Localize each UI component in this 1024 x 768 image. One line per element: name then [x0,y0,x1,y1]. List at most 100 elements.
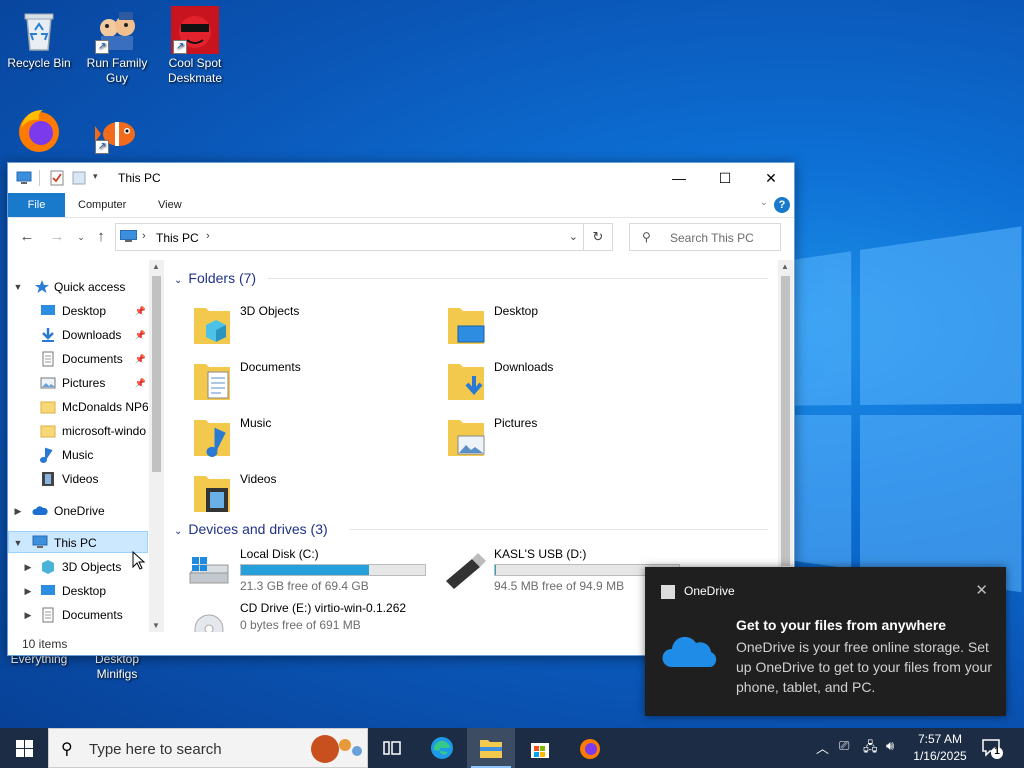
up-button[interactable]: ↑ [92,228,110,246]
tab-file[interactable]: File [8,193,65,217]
expand-chevron-icon[interactable]: ▶ [22,556,34,578]
collapse-chevron-icon[interactable]: ▼ [12,532,24,552]
taskbar-store-button[interactable] [516,728,564,768]
expand-chevron-icon[interactable]: ▶ [12,500,24,522]
search-placeholder: Search This PC [670,231,754,245]
desktop-icon-cool-spot[interactable]: ↗ Cool Spot Deskmate [156,6,234,86]
folder-item-videos[interactable]: Videos [168,468,418,520]
nav-item-microsoft-windo[interactable]: microsoft-windo [8,420,148,442]
desktop-icon-label: Desktop Minifigs [94,652,140,681]
drive-item-local-disk-c[interactable]: Local Disk (C:) 21.3 GB free of 69.4 GB [168,547,426,597]
collapse-chevron-icon[interactable]: ⌄ [174,526,182,537]
folders-group-header[interactable]: ⌄ Folders (7) [174,268,256,288]
address-dropdown-chevron-icon[interactable]: ⌄ [569,230,578,243]
drive-item-cd-e[interactable]: CD Drive (E:) virtio-win-0.1.262 0 bytes… [168,601,418,632]
nav-onedrive[interactable]: ▶ OneDrive [8,500,148,522]
tab-view[interactable]: View [148,193,192,217]
tab-computer[interactable]: Computer [68,193,136,217]
group-divider [350,529,768,530]
back-button[interactable]: ← [18,228,36,246]
expand-chevron-icon[interactable]: ▶ [22,580,34,602]
nav-item-videos[interactable]: Videos [8,468,148,490]
nav-pane-scrollbar-thumb[interactable] [152,276,161,472]
show-hidden-icons-chevron-icon[interactable]: ︿ [816,738,829,757]
nav-label: OneDrive [54,504,105,518]
desktop-icon-recycle-bin[interactable]: Recycle Bin [0,6,78,71]
nav-pane-scrollbar[interactable]: ▲ ▼ [149,260,164,632]
nav-item-music[interactable]: Music [8,444,148,466]
maximize-button[interactable]: ☐ [702,163,748,193]
meet-now-icon[interactable]: ⎚ [839,738,849,754]
onedrive-notification-toast[interactable]: OneDrive ✕ Get to your files from anywhe… [645,567,1006,716]
taskbar-edge-button[interactable] [418,728,466,768]
forward-button[interactable]: → [48,228,66,246]
start-button[interactable] [0,728,48,768]
nav-this-pc-child-documents[interactable]: ▶ Documents [8,604,148,626]
expand-ribbon-chevron-icon[interactable]: ⌄ [760,197,768,208]
folder-name: 3D Objects [240,304,300,318]
pin-icon: 📌 [134,306,146,316]
collapse-chevron-icon[interactable]: ▼ [12,276,24,298]
nav-this-pc-child-3d-objects[interactable]: ▶ 3D Objects [8,556,148,578]
nav-item-downloads[interactable]: Downloads 📌 [8,324,148,346]
nav-item-pictures[interactable]: Pictures 📌 [8,372,148,394]
new-folder-icon[interactable] [71,170,87,186]
folder-item-music[interactable]: Music [168,412,418,464]
content-scrollbar-thumb[interactable] [781,276,790,566]
toast-close-icon[interactable]: ✕ [975,581,988,599]
search-box[interactable]: ⚲ Search This PC [629,223,781,251]
nav-label: 3D Objects [62,560,122,574]
nav-this-pc-child-desktop[interactable]: ▶ Desktop [8,580,148,602]
help-icon[interactable]: ? [774,197,790,213]
this-pc-icon [32,535,48,548]
title-bar[interactable]: ▾ This PC — ☐ ✕ [8,163,794,193]
taskbar-clock[interactable]: 7:57 AM 1/16/2025 [905,731,975,765]
download-arrow-icon [42,328,54,342]
breadcrumb[interactable]: This PC [156,231,199,245]
ribbon-tabs: File Computer View ⌄ ? [8,193,794,218]
folder-item-desktop[interactable]: Desktop [422,300,672,352]
drive-item-usb-d[interactable]: KASL'S USB (D:) 94.5 MB free of 94.9 MB [422,547,680,597]
desktop-icon-nemo[interactable]: ↗ [78,106,156,156]
taskbar-firefox-button[interactable] [566,728,614,768]
nav-item-desktop[interactable]: Desktop 📌 [8,300,148,322]
nav-quick-access[interactable]: ▼ Quick access [8,276,148,298]
nav-label: Desktop [62,304,107,318]
taskbar-file-explorer-button[interactable] [467,728,515,768]
minimize-button[interactable]: — [656,163,702,193]
cool-spot-icon: ↗ [171,6,219,54]
videos-folder-icon [194,476,230,512]
network-icon[interactable]: 🖧 [863,738,878,760]
expand-chevron-icon[interactable]: ▶ [22,604,34,626]
desktop-icon-desktop-minifigs[interactable]: Desktop Minifigs [78,652,156,682]
folder-item-documents[interactable]: Documents [168,356,418,408]
drives-group-header[interactable]: ⌄ Devices and drives (3) [174,519,328,539]
action-center-button[interactable]: 1 [980,736,1004,760]
quick-access-toolbar-dropdown-icon[interactable]: ▾ [93,171,98,182]
desktop-icon-run-family-guy[interactable]: ↗ Run Family Guy [78,6,156,86]
refresh-button[interactable]: ↻ [583,224,612,250]
nav-item-mcdonalds[interactable]: McDonalds NP6 [8,396,148,418]
family-guy-icon: ↗ [93,6,141,54]
breadcrumb-separator-icon[interactable]: › [206,230,210,242]
folder-item-pictures[interactable]: Pictures [422,412,672,464]
properties-icon[interactable] [49,170,65,186]
address-bar[interactable]: › This PC › ⌄ ↻ [115,223,613,251]
collapse-chevron-icon[interactable]: ⌄ [174,275,182,286]
folder-item-3d-objects[interactable]: 3D Objects [168,300,418,352]
taskbar-search-box[interactable]: ⚲ Type here to search [48,728,368,768]
scroll-down-arrow-icon[interactable]: ▼ [149,621,163,630]
close-button[interactable]: ✕ [748,163,794,193]
volume-icon[interactable]: 🔊︎ [886,738,894,754]
folder-item-downloads[interactable]: Downloads [422,356,672,408]
nav-item-documents[interactable]: Documents 📌 [8,348,148,370]
drive-usage-bar [240,564,426,576]
recent-locations-chevron-icon[interactable]: ⌄ [72,228,90,246]
taskbar-search-placeholder: Type here to search [89,741,222,758]
desktop-icon-firefox[interactable] [0,106,78,156]
scroll-up-arrow-icon[interactable]: ▲ [149,262,163,271]
task-view-button[interactable] [368,728,416,768]
scroll-up-arrow-icon[interactable]: ▲ [778,262,792,271]
nav-this-pc[interactable]: ▼ This PC [8,531,148,553]
breadcrumb-separator-icon[interactable]: › [142,230,146,242]
